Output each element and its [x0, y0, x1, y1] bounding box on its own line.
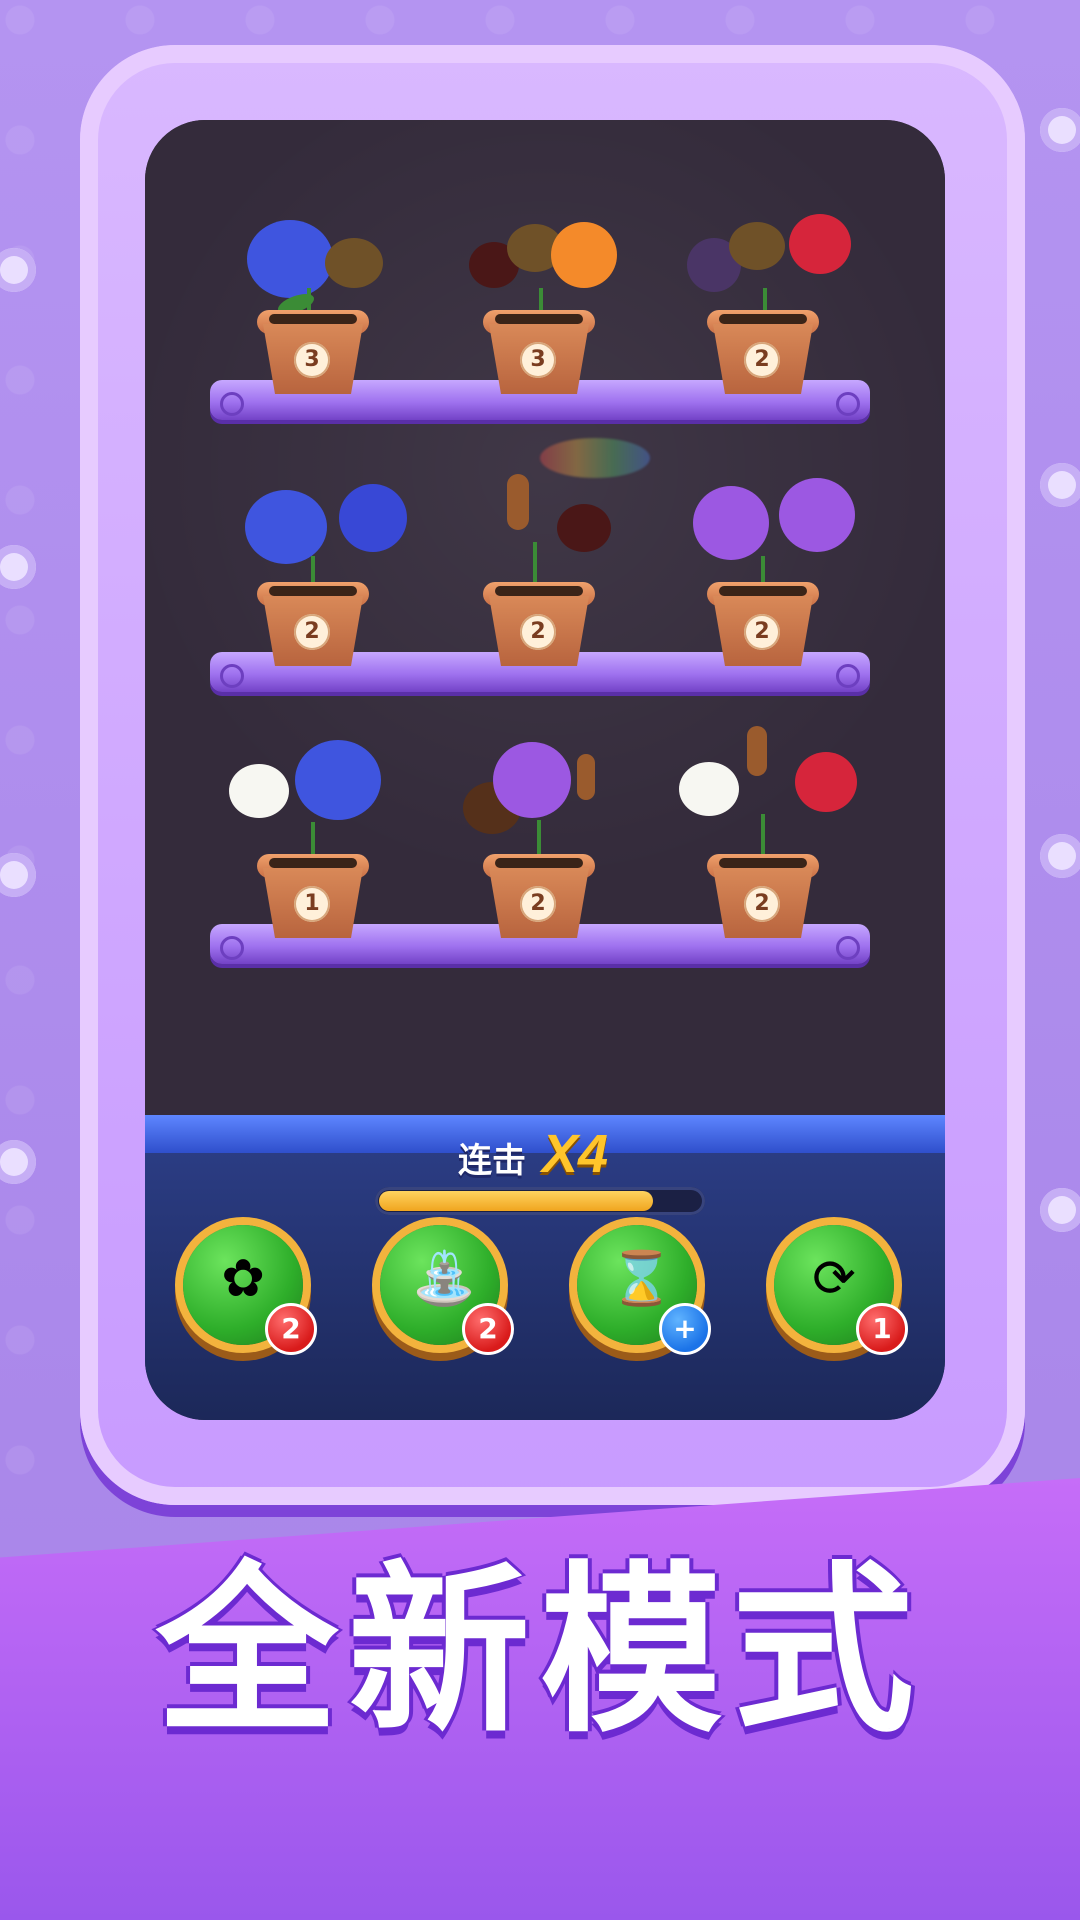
soil	[495, 586, 583, 596]
combo-label: 连击	[458, 1142, 526, 1180]
pot-1-2[interactable]: 3	[469, 222, 617, 394]
red-rose-icon	[795, 752, 857, 812]
promo-headline: 全新模式	[156, 1549, 924, 1753]
booster-count-badge: 2	[462, 1303, 514, 1355]
pot-count: 2	[294, 614, 330, 650]
orange-dahlia-icon	[551, 222, 617, 288]
soil	[495, 858, 583, 868]
booster-count-badge: 1	[856, 1303, 908, 1355]
soil	[719, 586, 807, 596]
stem-icon	[539, 288, 543, 312]
decor-dot-right-2	[1040, 463, 1080, 507]
soil	[719, 858, 807, 868]
combo-progress-fill	[379, 1191, 653, 1211]
stem-icon	[761, 556, 765, 584]
pot-1-1[interactable]: 3	[247, 220, 383, 394]
pot-count: 2	[744, 886, 780, 922]
stem-icon	[533, 542, 537, 584]
pot-3-2[interactable]: 2	[463, 742, 595, 938]
watering-can-icon: ⛲	[412, 1249, 477, 1309]
booster-hourglass[interactable]: ⌛ +	[577, 1225, 711, 1355]
hourglass-icon: ⌛	[609, 1249, 674, 1309]
white-lily-icon	[229, 764, 289, 818]
pot-count: 2	[744, 614, 780, 650]
stem-icon	[311, 556, 315, 584]
white-lily-icon	[679, 762, 739, 816]
pot-count: 2	[520, 886, 556, 922]
blue-daisy-icon	[339, 484, 407, 552]
play-area: 3 3 2 2 2 2 1 2 2	[145, 120, 945, 1115]
purple-hydrangea-icon	[779, 478, 855, 552]
booster-panel: 连击 X4 ✿ 2 ⛲ 2 ⌛ + ⟳ 1	[145, 1115, 945, 1420]
rainbow-sparkle-icon	[540, 438, 650, 478]
soil	[269, 314, 357, 324]
stem-icon	[311, 822, 315, 856]
stem-icon	[537, 820, 541, 856]
withered-rose-icon	[325, 238, 383, 288]
cattail-icon	[577, 754, 595, 800]
pot-2-2[interactable]: 2	[483, 474, 611, 666]
pot-count: 2	[520, 614, 556, 650]
booster-shuffle[interactable]: ⟳ 1	[774, 1225, 908, 1355]
booster-add-badge[interactable]: +	[659, 1303, 711, 1355]
purple-hydrangea-icon	[493, 742, 571, 818]
stem-icon	[763, 288, 767, 312]
shuffle-icon: ⟳	[812, 1249, 856, 1309]
pot-3-1[interactable]: 1	[229, 740, 381, 938]
booster-watering-can[interactable]: ⛲ 2	[380, 1225, 514, 1355]
combo-progress-track	[375, 1187, 705, 1215]
soil	[269, 586, 357, 596]
pot-count: 3	[294, 342, 330, 378]
stem-icon	[761, 814, 765, 856]
pot-1-3[interactable]: 2	[687, 214, 851, 394]
soil	[269, 858, 357, 868]
pot-count: 3	[520, 342, 556, 378]
soil	[495, 314, 583, 324]
decor-dot-right-1	[1040, 108, 1080, 152]
decor-dot-right-4	[1040, 1188, 1080, 1232]
pot-count: 1	[294, 886, 330, 922]
red-rose-icon	[789, 214, 851, 274]
pot-2-3[interactable]: 2	[693, 478, 855, 666]
blue-hydrangea-icon	[295, 740, 381, 820]
pot-count: 2	[744, 342, 780, 378]
soil	[719, 314, 807, 324]
game-screen: 3 3 2 2 2 2 1 2 2 连击 X4 ✿ 2 ⛲ 2 ⌛ + ⟳ 1	[145, 120, 945, 1420]
withered-rose-icon	[729, 222, 785, 270]
booster-flower-bundle[interactable]: ✿ 2	[183, 1225, 317, 1355]
cattail-icon	[507, 474, 529, 530]
blue-hydrangea-icon	[247, 220, 333, 298]
withered-rose-icon	[557, 504, 611, 552]
blue-hydrangea-icon	[245, 490, 327, 564]
flower-bundle-icon: ✿	[221, 1249, 265, 1309]
purple-hydrangea-icon	[693, 486, 769, 560]
pot-2-1[interactable]: 2	[245, 484, 407, 666]
cattail-icon	[747, 726, 767, 776]
combo-multiplier: X4	[542, 1124, 609, 1184]
decor-dot-right-3	[1040, 834, 1080, 878]
pot-3-3[interactable]: 2	[679, 726, 857, 938]
booster-count-badge: 2	[265, 1303, 317, 1355]
